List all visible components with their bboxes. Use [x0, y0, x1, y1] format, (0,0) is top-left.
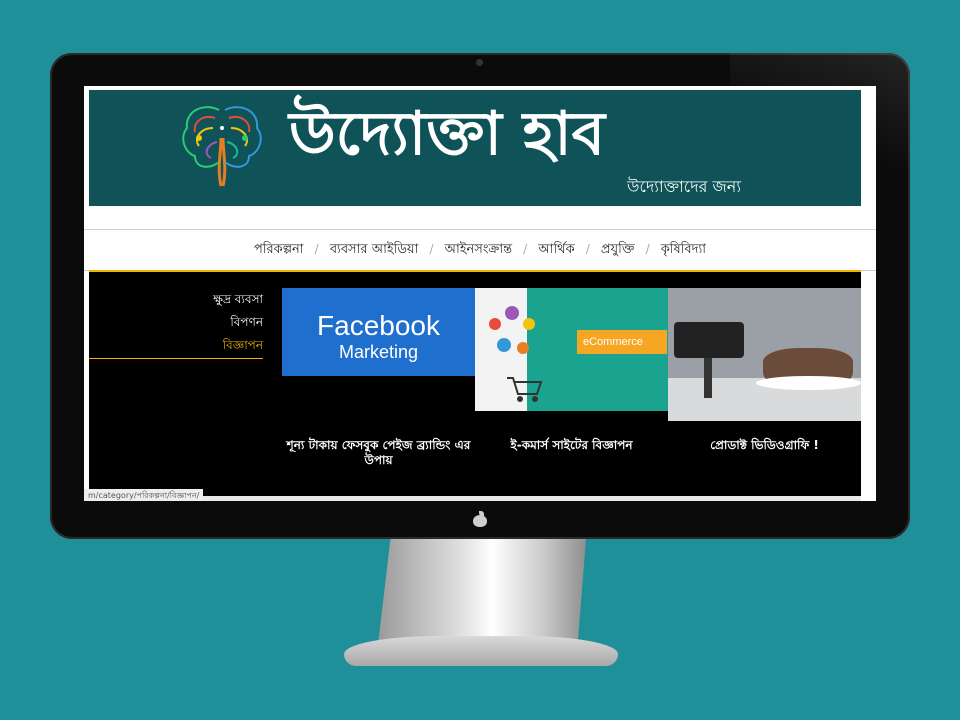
post-title[interactable]: প্রোডাক্ট ভিডিওগ্রাফি !: [668, 438, 861, 453]
turntable-shape: [756, 376, 861, 390]
apple-logo-icon: [473, 511, 487, 527]
bubble-icon: [489, 318, 501, 330]
nav-item-planning[interactable]: পরিকল্পনা: [248, 240, 310, 276]
nav-item-business-ideas[interactable]: ব্যবসার আইডিয়া: [324, 240, 425, 261]
mega-menu-dropdown: ক্ষুদ্র ব্যবসা বিপণন বিজ্ঞাপন Facebook M…: [89, 272, 861, 496]
status-bar-url: m/category/পরিকল্পনা/বিজ্ঞাপন/: [84, 489, 204, 501]
phone-shape: [674, 322, 744, 358]
bubble-icon: [523, 318, 535, 330]
bubble-icon: [497, 338, 511, 352]
monitor-frame: উদ্যোক্তা হাব উদ্যোক্তাদের জন্য পরিকল্পন…: [50, 53, 910, 539]
bubble-icon: [505, 306, 519, 320]
nav-separator: /: [314, 242, 319, 256]
brain-logo-icon: [182, 106, 262, 187]
ecommerce-thumbnail[interactable]: eCommerce: [475, 288, 668, 411]
page-bottom-strip: [89, 496, 861, 501]
nav-separator: /: [645, 242, 650, 256]
main-navigation: পরিকল্পনা / ব্যবসার আইডিয়া / আইনসংক্রান…: [84, 229, 876, 276]
ecommerce-badge: eCommerce: [577, 330, 667, 354]
product-video-thumbnail[interactable]: [668, 288, 861, 421]
post-title[interactable]: ই-কমার্স সাইটের বিজ্ঞাপন: [475, 438, 668, 453]
thumb-subtitle: Marketing: [338, 342, 419, 362]
shopping-cart-icon: [507, 377, 543, 402]
nav-item-legal[interactable]: আইনসংক্রান্ত: [439, 240, 518, 261]
nav-item-agriculture[interactable]: কৃষিবিদ্যা: [655, 240, 712, 261]
bubble-icon: [517, 342, 529, 354]
facebook-marketing-thumbnail[interactable]: Facebook Marketing: [282, 288, 475, 376]
nav-separator: /: [523, 242, 528, 256]
tripod-shape: [704, 358, 712, 398]
submenu-item-small-business[interactable]: ক্ষুদ্র ব্যবসা: [89, 288, 269, 311]
nav-item-finance[interactable]: আর্থিক: [532, 240, 580, 261]
post-title[interactable]: শূন্য টাকায় ফেসবুক পেইজ ব্র্যান্ডিং এর …: [282, 438, 475, 468]
submenu-item-advertising[interactable]: বিজ্ঞাপন: [89, 334, 269, 357]
site-title[interactable]: উদ্যোক্তা হাব: [289, 98, 605, 170]
nav-separator: /: [429, 242, 434, 256]
browser-screen: উদ্যোক্তা হাব উদ্যোক্তাদের জন্য পরিকল্পন…: [84, 86, 876, 501]
monitor-stand-base: [344, 636, 618, 666]
nav-item-technology[interactable]: প্রযুক্তি: [595, 240, 641, 261]
webcam: [476, 59, 483, 66]
submenu-list: ক্ষুদ্র ব্যবসা বিপণন বিজ্ঞাপন: [89, 288, 269, 357]
monitor-stand: [378, 539, 586, 644]
thumb-title: Facebook: [317, 310, 440, 341]
nav-separator: /: [585, 242, 590, 256]
submenu-item-marketing[interactable]: বিপণন: [89, 311, 269, 334]
submenu-active-underline: [89, 358, 263, 359]
site-tagline: উদ্যোক্তাদের জন্য: [627, 177, 741, 196]
site-banner[interactable]: উদ্যোক্তা হাব উদ্যোক্তাদের জন্য: [89, 90, 861, 206]
